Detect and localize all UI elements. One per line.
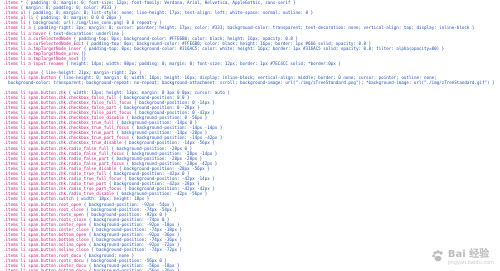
css-declarations: { padding-top: 0px; background-color: #3… xyxy=(83,45,445,51)
watermark: Bai 经验 jingyan.baidu.com xyxy=(431,245,494,266)
css-declarations: { height: 14px; width: 80px; padding: 0;… xyxy=(66,61,341,67)
watermark-brand: Bai 经验 xyxy=(447,249,490,260)
code-editor-view: .items * { padding: 0; margin: 0; font-s… xyxy=(0,0,500,271)
code-line: background-color: transparent; backgroun… xyxy=(3,80,495,86)
css-selector: .items li a input.rename xyxy=(3,61,67,67)
css-source-code: .items * { padding: 0; margin: 0; font-s… xyxy=(3,0,495,271)
paw-logo-icon xyxy=(432,249,443,261)
watermark-url: jingyan.baidu.com xyxy=(447,260,494,266)
